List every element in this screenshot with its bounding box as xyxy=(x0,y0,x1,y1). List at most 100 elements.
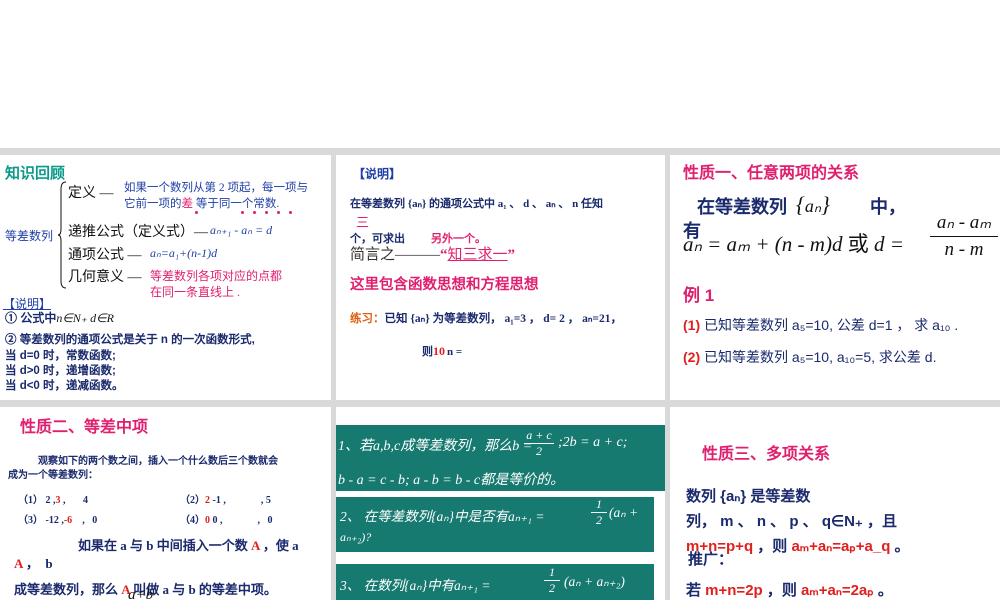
intro-2: 成为一个等差数列： xyxy=(8,470,98,481)
definition-text-2d: . xyxy=(276,198,280,210)
geometric-label: 几何意义 — xyxy=(68,270,142,285)
then-2-text: ，则 xyxy=(762,582,802,599)
def-2b: ， b xyxy=(22,556,53,571)
row-1b-end: -1 , , 5 xyxy=(210,495,271,506)
box-2-line-1: 2、 在等差数列{aₙ}中是否有aₙ₊₁ = xyxy=(340,509,545,524)
example-row-1b: （2）2 -1 , , 5 xyxy=(180,491,271,506)
example-row-1a: （1） 2 ,3 , 4 xyxy=(18,491,88,506)
box-2-frac-den: 2 xyxy=(596,513,602,527)
note-1-math: n∈N₊ d∈R xyxy=(56,311,114,325)
d-equals: d = xyxy=(873,232,904,256)
middle-divider xyxy=(0,400,1000,407)
note-5: 当 d<0 时，递减函数。 xyxy=(5,380,124,392)
emphasis-dot xyxy=(241,211,244,214)
definition-text-2a: 它前一项的 xyxy=(124,198,182,210)
generalize-label: 推广： xyxy=(688,551,734,568)
recurrence-formula: aₙ₊₁ - aₙ = d xyxy=(210,223,273,237)
example-row-2a: （3） -12 ,-6 , 0 xyxy=(18,511,97,526)
fraction-bar xyxy=(930,236,998,237)
exercise-line: 练习：已知 {aₙ} 为等差数列， a₁=3 ， d= 2 ， aₙ=21， xyxy=(350,310,622,326)
definition-text-2c: 等于同一个常数 xyxy=(193,198,277,210)
answer-label: 则 xyxy=(422,346,433,358)
box-1-frac-den: 2 xyxy=(536,444,542,458)
row-2a-end: , 0 xyxy=(72,515,98,526)
property-line-2: 列， m 、 n 、 p 、 q∈N₊ ，且 xyxy=(686,513,897,530)
def-3a: 成等差数列，那么 xyxy=(14,582,122,597)
statement-line-1: 在等差数列 {aₙ} 的通项公式中 a₁ 、 d 、 aₙ 、 n 任知 xyxy=(350,198,603,210)
general-term-formula: aₙ=a₁+(n-1)d xyxy=(150,246,218,260)
def-1b: A xyxy=(250,538,260,553)
box-1-line-2: b - a = c - b; a - b = b - c都是等价的。 xyxy=(338,473,565,488)
relation-formula-text: aₙ = aₘ + (n - m)d xyxy=(683,232,843,256)
row-2b-end: 0 , , 0 xyxy=(210,515,273,526)
box-3-fraction: 1 2 xyxy=(544,565,560,596)
exercise-text: 已知 {aₙ} 为等差数列， a₁=3 ， d= 2 ， aₙ=21， xyxy=(384,313,622,325)
def-1c: ，使 a xyxy=(259,538,299,553)
note-4: 当 d>0 时，递增函数; xyxy=(5,365,116,377)
top-divider xyxy=(0,148,1000,155)
brace-icon xyxy=(58,181,67,289)
summary-prefix: 简言之——— xyxy=(350,247,441,263)
side-label: 等差数列 xyxy=(5,229,54,243)
slide-property-two[interactable]: 性质二、等差中项 观察如下的两个数之间，插入一个什么数后三个数就会 成为一个等差… xyxy=(0,407,331,600)
property-line-4: 若 m+n=2p ，则 aₘ+aₙ=2aₚ 。 xyxy=(686,579,893,600)
idea-text: 这里包含函数思想和方程思想 xyxy=(350,277,539,293)
question-2-text: 已知等差数列 a₅=10, a₁₀=5, 求公差 d. xyxy=(704,349,937,365)
box-3-frac-den: 2 xyxy=(549,581,555,595)
row-2a-text: （3） -12 , xyxy=(18,515,64,526)
box-1-line-1-text: 1、若a,b,c成等差数列，那么b = xyxy=(338,439,533,454)
def-2a: A xyxy=(14,556,23,571)
question-1: (1) 已知等差数列 a₅=10, 公差 d=1 ， 求 a₁₀ . xyxy=(683,315,958,335)
question-box-2: 2、 在等差数列{aₙ}中是否有aₙ₊₁ = 1 2 (aₙ + aₙ₊₂)? xyxy=(336,497,654,552)
slide-title: 知识回顾 xyxy=(5,165,66,182)
question-box-3: 3、 在数列{aₙ}中有aₙ₊₁ = 1 2 (aₙ + aₙ₊₂) xyxy=(336,564,654,600)
slide-explanation[interactable]: 【说明】 在等差数列 {aₙ} 的通项公式中 a₁ 、 d 、 aₙ 、 n 任… xyxy=(336,155,665,400)
example-label: 例 1 xyxy=(683,286,715,305)
definition-line-2: A ， b xyxy=(14,553,53,572)
summary-key: 知三求一 xyxy=(447,247,508,263)
fraction-numerator: aₙ - aₘ xyxy=(936,212,992,233)
property-line-1: 数列 {aₙ} 是等差数 xyxy=(686,488,811,505)
result-2-text: aₘ+aₙ=2aₚ xyxy=(801,582,874,599)
box-1-frac-num: a + c xyxy=(526,428,552,442)
condition-2-text: m+n=2p xyxy=(705,582,763,599)
sequence-symbol: {aₙ} xyxy=(796,192,830,217)
row-2b-text: （4） xyxy=(180,515,205,526)
slide-knowledge-review[interactable]: 知识回顾 等差数列 定义 — 如果一个数列从第 2 项起，每一项与 它前一项的差… xyxy=(0,155,331,400)
note-3: 当 d=0 时，常数函数; xyxy=(5,350,116,362)
lead-text: 在等差数列 xyxy=(697,197,787,217)
intro-1: 观察如下的两个数之间，插入一个什么数后三个数就会 xyxy=(38,456,278,467)
note-1-text: ① 公式中 xyxy=(5,311,57,325)
slide-teal-questions[interactable]: 1、若a,b,c成等差数列，那么b = a + c 2 ;2b = a + c;… xyxy=(336,407,665,600)
summary-line: 简言之———“知三求一” xyxy=(350,243,515,264)
middle-term-fraction: a+b xyxy=(128,587,154,600)
question-2: (2) 已知等差数列 a₅=10, a₁₀=5, 求公差 d. xyxy=(683,347,937,367)
note-1: ① 公式中n∈N₊ d∈R xyxy=(5,309,114,326)
note-2: ② 等差数列的通项公式是关于 n 的一次函数形式, xyxy=(5,334,255,346)
summary-quote-close: ” xyxy=(507,247,516,263)
sequence-term: aₙ xyxy=(804,196,821,216)
row-2a-answer: -6 xyxy=(63,515,73,526)
general-term-label: 通项公式 — xyxy=(68,248,142,263)
recurrence-label: 递推公式（定义式）— xyxy=(68,225,208,240)
if-text: 若 xyxy=(686,582,706,599)
emphasis-dot xyxy=(265,211,268,214)
slide-title: 性质三、多项关系 xyxy=(702,446,831,463)
box-1-line-1-end: ;2b = a + c; xyxy=(558,435,628,450)
box-3-line: 3、 在数列{aₙ}中有aₙ₊₁ = xyxy=(340,578,491,593)
emphasis-dot xyxy=(277,211,280,214)
box-2-line-2: aₙ₊₂)? xyxy=(340,530,372,544)
slide-property-one[interactable]: 性质一、任意两项的关系 在等差数列 {aₙ} 中， 有 aₙ = aₘ + (n… xyxy=(670,155,1000,400)
row-1b-text: （2） xyxy=(180,495,205,506)
question-2-number: (2) xyxy=(683,349,701,365)
answer-line: 则10 n = xyxy=(422,343,462,359)
emphasis-dot xyxy=(195,211,198,214)
note-label: 【说明】 xyxy=(353,167,402,181)
box-1-fraction: a + c 2 xyxy=(524,428,554,459)
geometric-text-2: 在同一条直线上 . xyxy=(150,285,241,299)
row-1a-end: , 4 xyxy=(60,495,88,506)
slide-property-three[interactable]: 性质三、多项关系 数列 {aₙ} 是等差数 列， m 、 n 、 p 、 q∈N… xyxy=(670,407,1000,600)
answer-n: n = xyxy=(447,346,463,358)
definition-text-1: 如果一个数列从第 2 项起，每一项与 xyxy=(124,182,308,194)
definition-key-diff: 差 xyxy=(181,198,194,210)
